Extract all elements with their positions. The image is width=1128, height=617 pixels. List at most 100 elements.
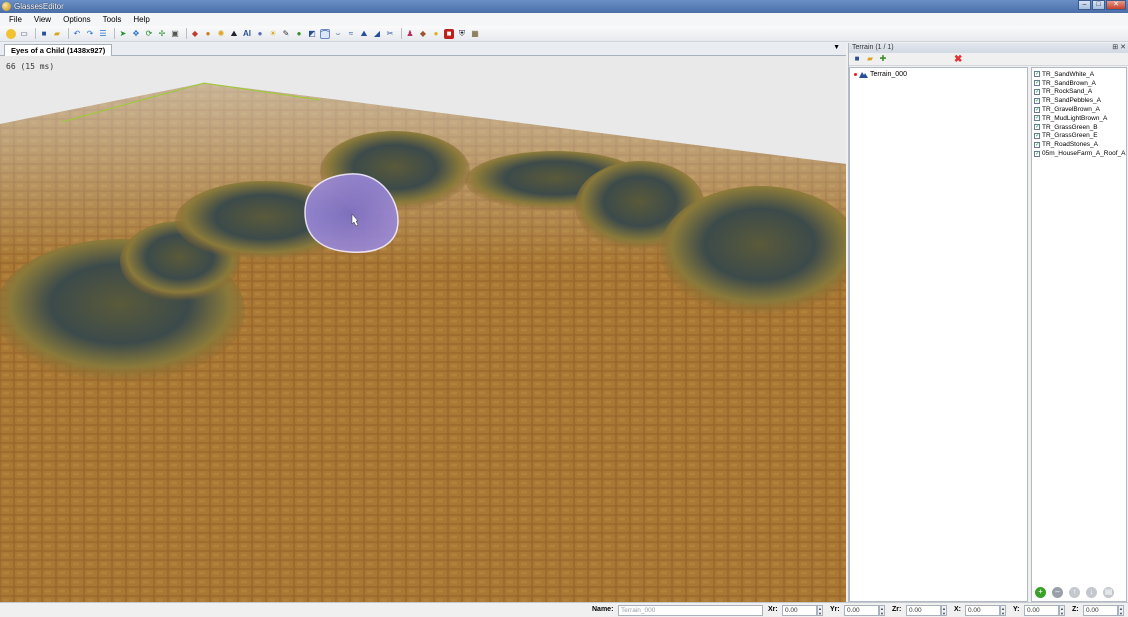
layer-checkbox[interactable]: ✓ <box>1034 141 1040 148</box>
add-icon[interactable]: ✚ <box>878 54 888 64</box>
xr-field[interactable]: 0.00 <box>782 605 817 616</box>
z-spinner[interactable]: ▲ ▼ <box>1118 605 1124 616</box>
new-icon[interactable] <box>6 28 16 39</box>
object-icon[interactable]: ▣ <box>170 29 180 39</box>
scissors-icon[interactable]: ✂ <box>385 29 395 39</box>
layer-item[interactable]: ✓ TR_GravelBrown_A <box>1032 105 1126 114</box>
ai-icon[interactable]: AI <box>242 29 252 39</box>
layer-checkbox[interactable]: ✓ <box>1034 71 1040 78</box>
yr-spinner[interactable]: ▲ ▼ <box>879 605 885 616</box>
terrain-icon[interactable]: ⛰ <box>229 29 239 39</box>
layer-item[interactable]: ✓ TR_GrassGreen_E <box>1032 132 1126 141</box>
name-field[interactable]: Terrain_000 <box>618 605 763 616</box>
open-folder-icon[interactable]: ▰ <box>52 29 62 39</box>
menu-options[interactable]: Options <box>63 15 91 24</box>
menu-file[interactable]: File <box>9 15 22 24</box>
raise-icon[interactable]: ⌒ <box>320 28 330 39</box>
layer-item[interactable]: ✓ TR_GrassGreen_B <box>1032 123 1126 132</box>
model-icon[interactable]: ● <box>203 29 213 39</box>
texture-layer-list: ✓ TR_SandWhite_A ✓ TR_SandBrown_A ✓ TR_Rock… <box>1031 67 1127 602</box>
zr-field[interactable]: 0.00 <box>906 605 941 616</box>
xr-spinner[interactable]: ▲ ▼ <box>817 605 823 616</box>
remove-layer-icon[interactable]: – <box>1052 587 1063 598</box>
flatten-icon[interactable]: ⛰ <box>359 29 369 39</box>
yr-field[interactable]: 0.00 <box>844 605 879 616</box>
undo-icon[interactable]: ↶ <box>72 29 82 39</box>
3d-viewport[interactable]: 66 (15 ms) <box>0 56 846 602</box>
shapes-icon[interactable]: ◆ <box>190 29 200 39</box>
z-field[interactable]: 0.00 <box>1083 605 1118 616</box>
list-icon[interactable]: ☰ <box>98 29 108 39</box>
minimize-button[interactable]: – <box>1078 0 1091 10</box>
close-panel-icon[interactable]: ✕ <box>1120 44 1126 51</box>
open-icon[interactable]: ▭ <box>19 29 29 39</box>
record-icon[interactable]: ■ <box>444 28 454 39</box>
pin-icon[interactable]: ⊞ <box>1112 44 1118 51</box>
rotate-icon[interactable]: ⟳ <box>144 29 154 39</box>
layer-item[interactable]: ✓ TR_SandBrown_A <box>1032 79 1126 88</box>
save-icon[interactable]: ■ <box>39 29 49 39</box>
x-field[interactable]: 0.00 <box>965 605 1000 616</box>
scale-icon[interactable]: ✢ <box>157 29 167 39</box>
zr-spinner[interactable]: ▲ ▼ <box>941 605 947 616</box>
smooth-icon[interactable]: ≈ <box>346 29 356 39</box>
save-icon[interactable]: ■ <box>852 54 862 64</box>
layer-checkbox[interactable]: ✓ <box>1034 115 1040 122</box>
y-field[interactable]: 0.00 <box>1024 605 1059 616</box>
move-up-icon[interactable]: ↑ <box>1069 587 1080 598</box>
paint-icon[interactable]: ● <box>294 29 304 39</box>
open-folder-icon[interactable]: ▰ <box>865 54 875 64</box>
menu-help[interactable]: Help <box>133 15 149 24</box>
sphere-icon[interactable]: ● <box>255 29 265 39</box>
redo-icon[interactable]: ↷ <box>85 29 95 39</box>
layer-checkbox[interactable]: ✓ <box>1034 150 1040 157</box>
layer-item[interactable]: ✓ TR_RockSand_A <box>1032 88 1126 97</box>
bulb-icon[interactable]: ● <box>431 29 441 39</box>
tab-document[interactable]: Eyes of a Child (1438x927) <box>4 44 113 56</box>
brush-icon[interactable]: ✎ <box>281 29 291 39</box>
shield-icon[interactable]: ⛨ <box>457 29 467 39</box>
layer-checkbox[interactable]: ✓ <box>1034 80 1040 87</box>
yr-label: Yr: <box>830 606 840 613</box>
y-label: Y: <box>1013 606 1020 613</box>
menu-tools[interactable]: Tools <box>103 15 122 24</box>
ramp-icon[interactable]: ◢ <box>372 29 382 39</box>
y-spinner[interactable]: ▲ ▼ <box>1059 605 1065 616</box>
maximize-button[interactable]: □ <box>1092 0 1105 10</box>
layer-item[interactable]: ✓ 05m_HouseFarm_A_Roof_A <box>1032 149 1126 158</box>
heightmap-icon[interactable]: ◩ <box>307 29 317 39</box>
panel-header-controls: ⊞ ✕ <box>1112 43 1126 53</box>
delete-icon[interactable]: ✖ <box>954 54 962 65</box>
layer-checkbox[interactable]: ✓ <box>1034 97 1040 104</box>
layer-label: TR_RockSand_A <box>1042 88 1093 96</box>
move-icon[interactable]: ✥ <box>131 29 141 39</box>
close-button[interactable]: ✕ <box>1106 0 1126 10</box>
layer-checkbox[interactable]: ✓ <box>1034 88 1040 95</box>
menu-view[interactable]: View <box>34 15 51 24</box>
layer-item[interactable]: ✓ TR_RoadStones_A <box>1032 140 1126 149</box>
crate-icon[interactable]: ◆ <box>418 29 428 39</box>
chevron-down-icon[interactable]: ▼ <box>833 44 840 51</box>
move-down-icon[interactable]: ↓ <box>1086 587 1097 598</box>
add-layer-icon[interactable]: + <box>1035 587 1046 598</box>
terrain-panel: Terrain (1 / 1) ⊞ ✕ ■ ▰ ✚ ✖ Terrain_000 … <box>848 43 1128 602</box>
layer-checkbox[interactable]: ✓ <box>1034 124 1040 131</box>
x-spinner[interactable]: ▲ ▼ <box>1000 605 1006 616</box>
properties-icon[interactable]: ▤ <box>1103 587 1114 598</box>
layer-item[interactable]: ✓ TR_MudLightBrown_A <box>1032 114 1126 123</box>
layer-checkbox[interactable]: ✓ <box>1034 132 1040 139</box>
layer-checkbox[interactable]: ✓ <box>1034 106 1040 113</box>
grid-icon[interactable]: ▦ <box>470 29 480 39</box>
xr-label: Xr: <box>768 606 778 613</box>
name-label: Name: <box>592 606 614 613</box>
layer-item[interactable]: ✓ TR_SandPebbles_A <box>1032 96 1126 105</box>
lower-icon[interactable]: ⌣ <box>333 29 343 39</box>
tree-item-terrain[interactable]: Terrain_000 <box>850 68 1027 78</box>
layer-item[interactable]: ✓ TR_SandWhite_A <box>1032 70 1126 79</box>
character-icon[interactable]: ♟ <box>405 29 415 39</box>
light-icon[interactable]: ☀ <box>268 29 278 39</box>
status-dot-icon <box>854 72 857 76</box>
select-icon[interactable]: ➤ <box>118 29 128 39</box>
sun-icon[interactable]: ✺ <box>216 29 226 39</box>
app-icon <box>2 2 11 11</box>
